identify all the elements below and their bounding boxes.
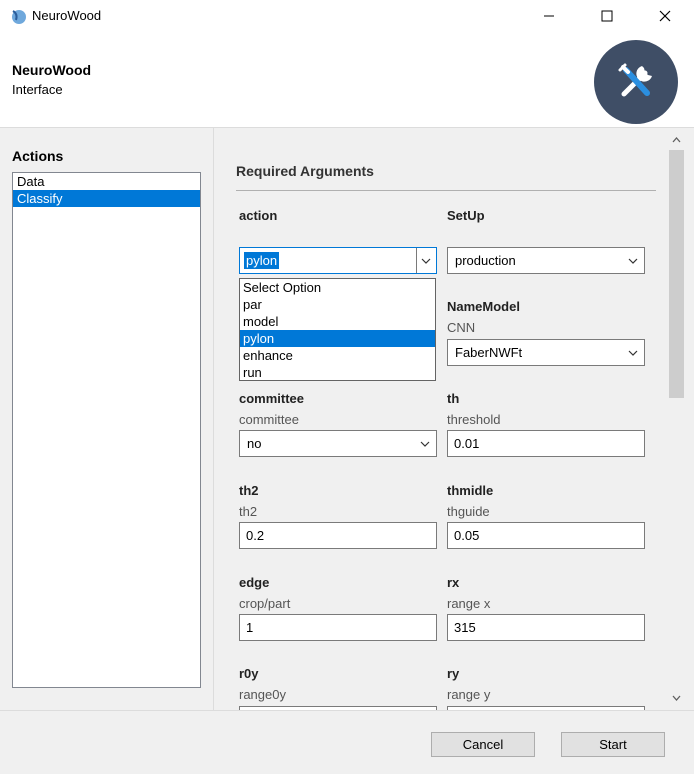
th2-label: th2 [239,483,259,498]
namemodel-select[interactable]: FaberNWFt [447,339,645,366]
chevron-down-icon [672,695,681,701]
ry-label: ry [447,666,460,681]
namemodel-select-value: FaberNWFt [455,345,523,360]
rx-input[interactable]: 315 [447,614,645,641]
edge-label: edge [239,575,270,590]
setup-label: SetUp [447,208,485,223]
chevron-up-icon [672,137,681,143]
thmidle-sub: thguide [447,504,490,519]
start-button[interactable]: Start [561,732,665,757]
th-sub: threshold [447,412,501,427]
actions-item-classify[interactable]: Classify [13,190,200,207]
vertical-scrollbar[interactable] [668,128,685,710]
tools-icon [618,63,652,97]
app-icon [10,8,27,25]
header: NeuroWood Interface [0,32,694,128]
scroll-up-button[interactable] [668,132,685,148]
edge-sub: crop/part [239,596,291,611]
actions-title: Actions [12,148,64,164]
main-body: Actions Data Classify Required Arguments… [0,128,694,710]
actions-list[interactable]: Data Classify [12,172,201,688]
committee-label: committee [239,391,305,406]
section-divider [236,190,656,191]
app-window: NeuroWood NeuroWood Interface Actions Da… [0,0,694,774]
action-dropdown-list[interactable]: Select Option par model pylon enhance ru… [239,278,436,381]
header-logo [594,40,678,124]
thmidle-input[interactable]: 0.05 [447,522,645,549]
dropdown-option-select-option[interactable]: Select Option [240,279,435,296]
committee-sub: committee [239,412,299,427]
chevron-down-icon [628,350,638,356]
ry-sub: range y [447,687,491,702]
edge-input[interactable]: 1 [239,614,437,641]
header-subtitle: Interface [12,82,63,97]
actions-item-data[interactable]: Data [13,173,200,190]
window-title: NeuroWood [32,8,102,23]
maximize-icon [601,10,613,22]
action-dropdown-toggle[interactable] [416,248,436,273]
title-bar[interactable]: NeuroWood [0,0,694,32]
chevron-down-icon [628,258,638,264]
header-title: NeuroWood [12,62,92,78]
rx-label: rx [447,575,460,590]
namemodel-sub: CNN [447,320,476,335]
r0y-sub: range0y [239,687,286,702]
dropdown-option-model[interactable]: model [240,313,435,330]
namemodel-label: NameModel [447,299,520,314]
chevron-down-icon [421,258,431,264]
minimize-button[interactable] [520,0,578,32]
scrollbar-thumb[interactable] [669,150,684,398]
thmidle-label: thmidle [447,483,494,498]
dropdown-option-run[interactable]: run [240,364,435,381]
arguments-panel: Required Arguments action SetUp pylon pr… [215,128,668,710]
scroll-down-button[interactable] [668,690,685,706]
th-input[interactable]: 0.01 [447,430,645,457]
close-button[interactable] [636,0,694,32]
section-title: Required Arguments [236,163,374,179]
dropdown-option-enhance[interactable]: enhance [240,347,435,364]
r0y-label: r0y [239,666,259,681]
committee-select-value: no [247,436,262,451]
setup-select-value: production [455,253,516,268]
footer: Cancel Start [0,710,694,774]
action-select-value: pylon [244,252,280,269]
setup-select[interactable]: production [447,247,645,274]
action-label: action [239,208,278,223]
th-label: th [447,391,460,406]
committee-select[interactable]: no [239,430,437,457]
action-select[interactable]: pylon [239,247,437,274]
minimize-icon [544,15,554,17]
maximize-button[interactable] [578,0,636,32]
dropdown-option-pylon[interactable]: pylon [240,330,435,347]
rx-sub: range x [447,596,491,611]
th2-input[interactable]: 0.2 [239,522,437,549]
close-icon [659,10,671,22]
cancel-button[interactable]: Cancel [431,732,535,757]
actions-panel: Actions Data Classify [0,128,214,710]
th2-sub: th2 [239,504,258,519]
chevron-down-icon [420,441,430,447]
dropdown-option-par[interactable]: par [240,296,435,313]
